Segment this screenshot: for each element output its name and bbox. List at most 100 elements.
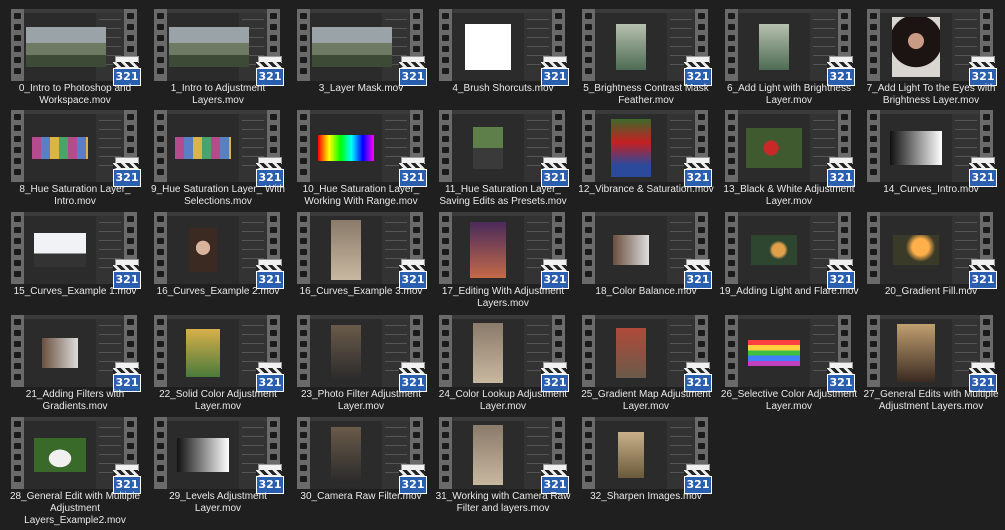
file-item[interactable]: 321 19_Adding Light and Flare.mov (720, 212, 864, 312)
file-name[interactable]: 17_Editing With Adjustment Layers.mov (430, 286, 576, 310)
file-item[interactable]: 321 11_Hue Saturation Layer_ Saving Edits… (438, 110, 578, 210)
file-item[interactable]: 321 32_Sharpen Images.mov (581, 417, 721, 517)
file-item[interactable]: 321 28_General Edit with Multiple Adjustm… (10, 417, 150, 526)
file-item[interactable]: 321 26_Selective Color Adjustment Layer.m… (721, 315, 864, 415)
media-player-icon: 321 (684, 259, 712, 289)
file-item[interactable]: 321 22_Solid Color Adjustment Layer.mov (153, 315, 293, 415)
photoshop-screen (310, 212, 410, 284)
preview-image (473, 127, 503, 169)
file-name[interactable]: 23_Photo Filter Adjustment Layer.mov (288, 389, 434, 413)
file-name[interactable]: 27_General Edits with Multiple Adjustmen… (858, 389, 1004, 413)
file-item[interactable]: 321 3_Layer Mask.mov (296, 9, 436, 109)
film-strip (867, 212, 880, 284)
file-name[interactable]: 26_Selective Color Adjustment Layer.mov (716, 389, 862, 413)
media-player-icon: 321 (684, 56, 712, 86)
file-name[interactable]: 29_Levels Adjustment Layer.mov (145, 491, 291, 515)
file-name[interactable]: 28_General Edit with Multiple Adjustment… (2, 491, 148, 527)
file-item[interactable]: 321 25_Gradient Map Adjustment Layer.mov (581, 315, 721, 415)
file-name[interactable]: 6_Add Light with Brightness Layer.mov (716, 83, 862, 107)
file-name[interactable]: 22_Solid Color Adjustment Layer.mov (145, 389, 291, 413)
file-name[interactable]: 12_Vibrance & Saturation.mov (573, 184, 719, 196)
file-item[interactable]: 321 14_Curves_Intro.mov (866, 110, 1005, 210)
file-item[interactable]: 321 23_Photo Filter Adjustment Layer.mov (296, 315, 436, 415)
file-name[interactable]: 30_Camera Raw Filter.mov (288, 491, 434, 503)
file-name[interactable]: 16_Curves_Example 2.mov (145, 286, 291, 298)
file-item[interactable]: 321 1_Intro to Adjustment Layers.mov (153, 9, 293, 109)
file-item[interactable]: 321 7_Add Light To the Eyes with Brightne… (866, 9, 1005, 109)
file-item[interactable]: 321 15_Curves_Example 1.mov (10, 212, 150, 312)
file-name[interactable]: 11_Hue Saturation Layer_ Saving Edits as… (430, 184, 576, 208)
film-strip (582, 212, 595, 284)
file-name[interactable]: 9_Hue Saturation Layer_ With Selections.… (145, 184, 291, 208)
film-strip (725, 110, 738, 182)
file-name[interactable]: 15_Curves_Example 1.mov (2, 286, 148, 298)
file-item[interactable]: 321 24_Color Lookup Adjustment Layer.mov (438, 315, 578, 415)
file-item[interactable]: 321 16_Curves_Example 2.mov (153, 212, 293, 312)
photoshop-screen (452, 315, 552, 387)
photoshop-screen (880, 212, 980, 284)
file-name[interactable]: 25_Gradient Map Adjustment Layer.mov (573, 389, 719, 413)
file-item[interactable]: 321 20_Gradient Fill.mov (866, 212, 1005, 312)
preview-image (611, 119, 651, 177)
file-name[interactable]: 7_Add Light To the Eyes with Brightness … (858, 83, 1004, 107)
file-item[interactable]: 321 31_Working with Camera Raw Filter and… (436, 417, 578, 517)
file-name[interactable]: 18_Color Balance.mov (573, 286, 719, 298)
preview-image (616, 24, 646, 70)
file-name[interactable]: 3_Layer Mask.mov (288, 83, 434, 95)
media-player-icon: 321 (969, 157, 997, 187)
file-name[interactable]: 4_Brush Shorcuts.mov (430, 83, 576, 95)
file-name[interactable]: 8_Hue Saturation Layer_ Intro.mov (2, 184, 148, 208)
film-strip (154, 417, 167, 489)
file-item[interactable]: 321 8_Hue Saturation Layer_ Intro.mov (10, 110, 150, 210)
file-name[interactable]: 31_Working with Camera Raw Filter and la… (430, 491, 576, 515)
film-strip (11, 110, 24, 182)
file-name[interactable]: 0_Intro to Photoshop and Workspace.mov (2, 83, 148, 107)
media-player-icon: 321 (256, 157, 284, 187)
file-item[interactable]: 321 4_Brush Shorcuts.mov (438, 9, 578, 109)
film-strip (439, 9, 452, 81)
file-name[interactable]: 20_Gradient Fill.mov (858, 286, 1004, 298)
file-name[interactable]: 14_Curves_Intro.mov (858, 184, 1004, 196)
file-name[interactable]: 1_Intro to Adjustment Layers.mov (145, 83, 291, 107)
file-item[interactable]: 321 16_Curves_Example 3.mov (296, 212, 436, 312)
media-player-icon: 321 (684, 362, 712, 392)
photoshop-screen (595, 110, 695, 182)
photoshop-screen (310, 315, 410, 387)
file-item[interactable]: 321 27_General Edits with Multiple Adjust… (863, 315, 1005, 415)
file-item[interactable]: 321 6_Add Light with Brightness Layer.mov (724, 9, 864, 109)
file-item[interactable]: 321 13_Black & White Adjustment Layer.mov (723, 110, 864, 210)
file-name[interactable]: 13_Black & White Adjustment Layer.mov (716, 184, 862, 208)
file-item[interactable]: 321 10_Hue Saturation Layer_ Working With… (296, 110, 436, 210)
file-name[interactable]: 32_Sharpen Images.mov (573, 491, 719, 503)
media-player-icon: 321 (256, 259, 284, 289)
file-item[interactable]: 321 30_Camera Raw Filter.mov (296, 417, 436, 517)
photoshop-screen (167, 9, 267, 81)
file-name[interactable]: 16_Curves_Example 3.mov (288, 286, 434, 298)
file-item[interactable]: 321 12_Vibrance & Saturation.mov (578, 110, 721, 210)
photoshop-screen (880, 110, 980, 182)
file-item[interactable]: 321 9_Hue Saturation Layer_ With Selectio… (151, 110, 293, 210)
film-strip (297, 9, 310, 81)
file-item[interactable]: 321 5_Brightness Contrast Mask Feather.mo… (581, 9, 721, 109)
photoshop-screen (595, 9, 695, 81)
file-name[interactable]: 21_Adding Filters with Gradients.mov (2, 389, 148, 413)
media-player-icon: 321 (684, 157, 712, 187)
file-name[interactable]: 10_Hue Saturation Layer_ Working With Ra… (288, 184, 434, 208)
media-player-icon: 321 (827, 259, 855, 289)
photoshop-screen (310, 417, 410, 489)
file-name[interactable]: 5_Brightness Contrast Mask Feather.mov (573, 83, 719, 107)
file-item[interactable]: 321 29_Levels Adjustment Layer.mov (153, 417, 293, 517)
film-strip (11, 212, 24, 284)
photoshop-screen (24, 110, 124, 182)
file-item[interactable]: 321 18_Color Balance.mov (581, 212, 721, 312)
file-item[interactable]: 321 17_Editing With Adjustment Layers.mov (438, 212, 578, 312)
photoshop-screen (24, 9, 124, 81)
file-name[interactable]: 24_Color Lookup Adjustment Layer.mov (430, 389, 576, 413)
file-grid: 321 0_Intro to Photoshop and Workspace.mo… (0, 0, 1005, 530)
file-item[interactable]: 321 0_Intro to Photoshop and Workspace.mo… (10, 9, 150, 109)
file-name[interactable]: 19_Adding Light and Flare.mov (716, 286, 862, 298)
preview-image (473, 323, 503, 383)
photoshop-screen (452, 417, 552, 489)
file-item[interactable]: 321 21_Adding Filters with Gradients.mov (10, 315, 150, 415)
photoshop-screen (595, 315, 695, 387)
